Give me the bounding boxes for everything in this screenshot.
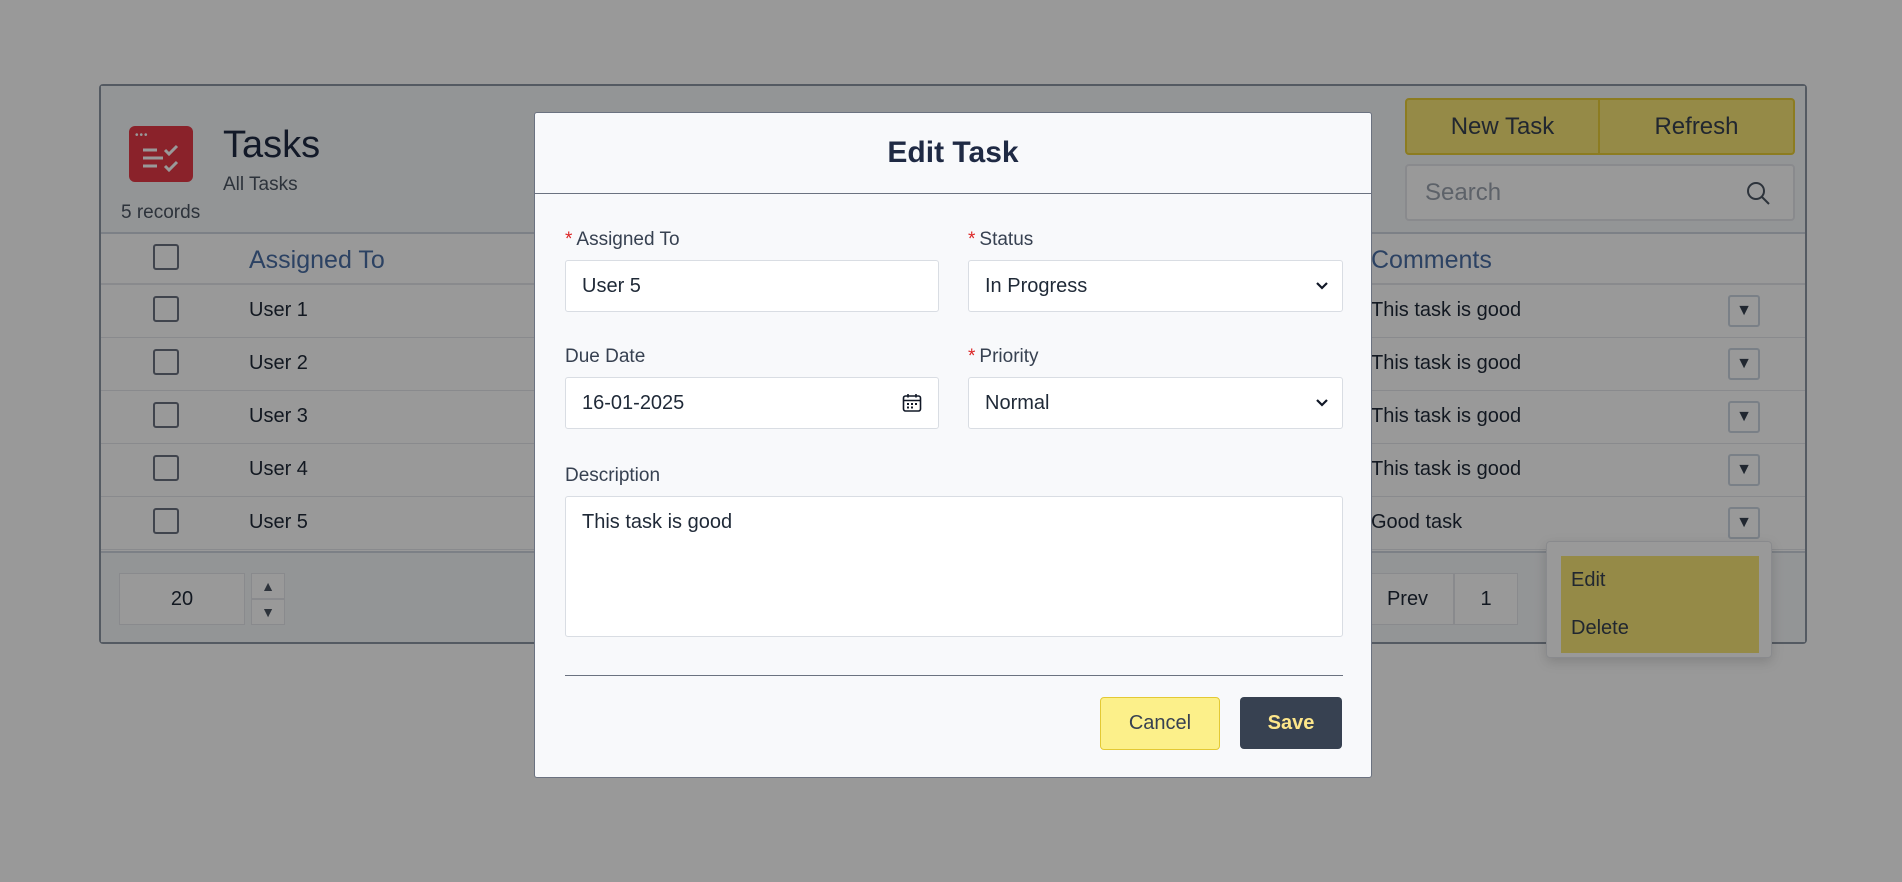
dialog-title: Edit Task <box>535 113 1371 194</box>
assigned-to-field[interactable]: User 5 <box>565 260 939 312</box>
edit-task-dialog: Edit Task * Assigned To User 5 * Status In… <box>534 112 1372 778</box>
dialog-divider <box>565 675 1343 676</box>
description-textarea[interactable]: This task is good <box>565 496 1343 637</box>
status-label: * Status <box>968 229 1034 250</box>
required-marker: * <box>968 229 976 250</box>
priority-value: Normal <box>985 391 1050 414</box>
assigned-to-label: * Assigned To <box>565 229 680 250</box>
priority-select[interactable]: Normal <box>968 377 1343 429</box>
cancel-button[interactable]: Cancel <box>1100 697 1220 750</box>
status-select[interactable]: In Progress <box>968 260 1343 312</box>
status-value: In Progress <box>985 274 1088 297</box>
chevron-down-icon <box>1316 282 1328 290</box>
chevron-down-icon <box>1316 399 1328 407</box>
due-date-field[interactable]: 16-01-2025 <box>565 377 939 429</box>
description-label: Description <box>565 465 661 486</box>
calendar-icon[interactable] <box>902 393 922 413</box>
required-marker: * <box>968 346 976 367</box>
due-date-label: Due Date <box>565 346 646 367</box>
priority-label: * Priority <box>968 346 1039 367</box>
save-button[interactable]: Save <box>1240 697 1342 749</box>
due-date-value: 16-01-2025 <box>582 391 685 414</box>
required-marker: * <box>565 229 573 250</box>
